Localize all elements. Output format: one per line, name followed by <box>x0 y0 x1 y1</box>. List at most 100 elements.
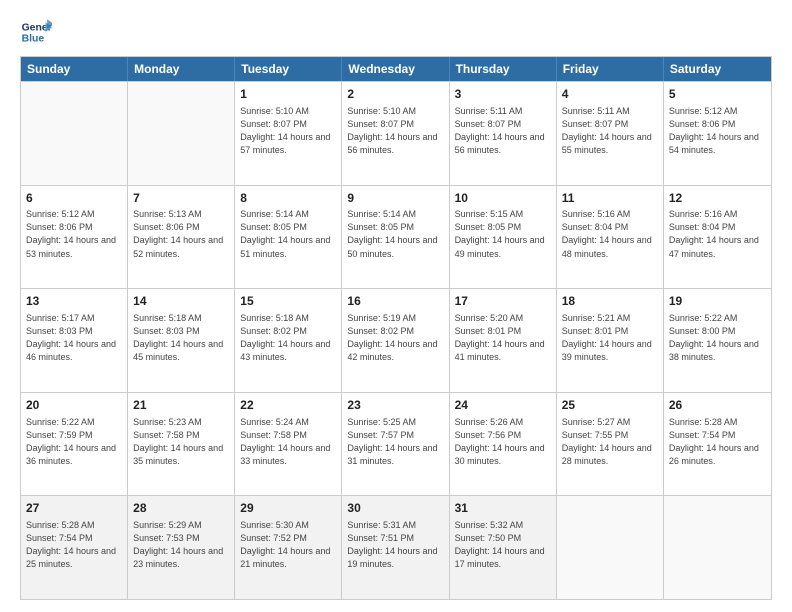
calendar-cell: 8Sunrise: 5:14 AMSunset: 8:05 PMDaylight… <box>235 186 342 289</box>
weekday-header: Friday <box>557 57 664 81</box>
cell-details: Sunrise: 5:17 AMSunset: 8:03 PMDaylight:… <box>26 312 122 364</box>
calendar-cell: 13 Sunrise: 5:17 AMSunset: 8:03 PMDayligh… <box>21 289 128 392</box>
cell-details: Sunrise: 5:22 AMSunset: 8:00 PMDaylight:… <box>669 312 766 364</box>
calendar-cell: 22 Sunrise: 5:24 AMSunset: 7:58 PMDayligh… <box>235 393 342 496</box>
calendar-cell <box>21 82 128 185</box>
weekday-header: Thursday <box>450 57 557 81</box>
calendar-cell: 14 Sunrise: 5:18 AMSunset: 8:03 PMDayligh… <box>128 289 235 392</box>
day-number: 4 <box>562 86 658 103</box>
calendar-cell: 5 Sunrise: 5:12 AMSunset: 8:06 PMDaylight… <box>664 82 771 185</box>
cell-details: Sunrise: 5:30 AMSunset: 7:52 PMDaylight:… <box>240 519 336 571</box>
day-number: 17 <box>455 293 551 310</box>
calendar-cell: 28Sunrise: 5:29 AMSunset: 7:53 PMDayligh… <box>128 496 235 599</box>
cell-details: Sunrise: 5:28 AMSunset: 7:54 PMDaylight:… <box>26 519 122 571</box>
calendar-cell <box>128 82 235 185</box>
cell-details: Sunrise: 5:18 AMSunset: 8:03 PMDaylight:… <box>133 312 229 364</box>
day-number: 10 <box>455 190 551 207</box>
calendar-cell: 17 Sunrise: 5:20 AMSunset: 8:01 PMDayligh… <box>450 289 557 392</box>
calendar-cell: 24 Sunrise: 5:26 AMSunset: 7:56 PMDayligh… <box>450 393 557 496</box>
day-number: 23 <box>347 397 443 414</box>
calendar-row: 13 Sunrise: 5:17 AMSunset: 8:03 PMDayligh… <box>21 288 771 392</box>
calendar-cell <box>557 496 664 599</box>
weekday-header: Saturday <box>664 57 771 81</box>
cell-details: Sunrise: 5:22 AMSunset: 7:59 PMDaylight:… <box>26 416 122 468</box>
calendar-cell: 26Sunrise: 5:28 AMSunset: 7:54 PMDayligh… <box>664 393 771 496</box>
day-number: 18 <box>562 293 658 310</box>
cell-details: Sunrise: 5:26 AMSunset: 7:56 PMDaylight:… <box>455 416 551 468</box>
calendar-row: 6Sunrise: 5:12 AMSunset: 8:06 PMDaylight… <box>21 185 771 289</box>
weekday-header: Wednesday <box>342 57 449 81</box>
day-number: 6 <box>26 190 122 207</box>
calendar-cell: 16Sunrise: 5:19 AMSunset: 8:02 PMDayligh… <box>342 289 449 392</box>
day-number: 25 <box>562 397 658 414</box>
day-number: 22 <box>240 397 336 414</box>
calendar-row: 20 Sunrise: 5:22 AMSunset: 7:59 PMDayligh… <box>21 392 771 496</box>
weekday-header: Tuesday <box>235 57 342 81</box>
calendar-cell: 23 Sunrise: 5:25 AMSunset: 7:57 PMDayligh… <box>342 393 449 496</box>
cell-details: Sunrise: 5:18 AMSunset: 8:02 PMDaylight:… <box>240 312 336 364</box>
cell-details: Sunrise: 5:21 AMSunset: 8:01 PMDaylight:… <box>562 312 658 364</box>
page-header: General Blue <box>20 16 772 48</box>
day-number: 13 <box>26 293 122 310</box>
cell-details: Sunrise: 5:23 AMSunset: 7:58 PMDaylight:… <box>133 416 229 468</box>
calendar-cell: 2Sunrise: 5:10 AMSunset: 8:07 PMDaylight… <box>342 82 449 185</box>
calendar-row: 1Sunrise: 5:10 AMSunset: 8:07 PMDaylight… <box>21 81 771 185</box>
calendar-cell: 19 Sunrise: 5:22 AMSunset: 8:00 PMDayligh… <box>664 289 771 392</box>
day-number: 31 <box>455 500 551 517</box>
cell-details: Sunrise: 5:16 AMSunset: 8:04 PMDaylight:… <box>562 208 658 260</box>
weekday-header: Monday <box>128 57 235 81</box>
calendar-cell: 3Sunrise: 5:11 AMSunset: 8:07 PMDaylight… <box>450 82 557 185</box>
calendar-cell: 25 Sunrise: 5:27 AMSunset: 7:55 PMDayligh… <box>557 393 664 496</box>
cell-details: Sunrise: 5:20 AMSunset: 8:01 PMDaylight:… <box>455 312 551 364</box>
day-number: 9 <box>347 190 443 207</box>
calendar-cell <box>664 496 771 599</box>
calendar-cell: 12Sunrise: 5:16 AMSunset: 8:04 PMDayligh… <box>664 186 771 289</box>
calendar-row: 27 Sunrise: 5:28 AMSunset: 7:54 PMDayligh… <box>21 495 771 599</box>
calendar-cell: 18 Sunrise: 5:21 AMSunset: 8:01 PMDayligh… <box>557 289 664 392</box>
calendar: SundayMondayTuesdayWednesdayThursdayFrid… <box>20 56 772 600</box>
cell-details: Sunrise: 5:14 AMSunset: 8:05 PMDaylight:… <box>347 208 443 260</box>
day-number: 8 <box>240 190 336 207</box>
calendar-body: 1Sunrise: 5:10 AMSunset: 8:07 PMDaylight… <box>21 81 771 599</box>
logo-icon: General Blue <box>20 16 52 48</box>
cell-details: Sunrise: 5:19 AMSunset: 8:02 PMDaylight:… <box>347 312 443 364</box>
cell-details: Sunrise: 5:16 AMSunset: 8:04 PMDaylight:… <box>669 208 766 260</box>
day-number: 19 <box>669 293 766 310</box>
day-number: 20 <box>26 397 122 414</box>
cell-details: Sunrise: 5:27 AMSunset: 7:55 PMDaylight:… <box>562 416 658 468</box>
day-number: 28 <box>133 500 229 517</box>
cell-details: Sunrise: 5:24 AMSunset: 7:58 PMDaylight:… <box>240 416 336 468</box>
calendar-page: General Blue SundayMondayTuesdayWednesda… <box>0 0 792 612</box>
cell-details: Sunrise: 5:11 AMSunset: 8:07 PMDaylight:… <box>455 105 551 157</box>
day-number: 27 <box>26 500 122 517</box>
cell-details: Sunrise: 5:11 AMSunset: 8:07 PMDaylight:… <box>562 105 658 157</box>
calendar-cell: 29 Sunrise: 5:30 AMSunset: 7:52 PMDayligh… <box>235 496 342 599</box>
day-number: 15 <box>240 293 336 310</box>
day-number: 12 <box>669 190 766 207</box>
calendar-cell: 10Sunrise: 5:15 AMSunset: 8:05 PMDayligh… <box>450 186 557 289</box>
cell-details: Sunrise: 5:10 AMSunset: 8:07 PMDaylight:… <box>347 105 443 157</box>
calendar-cell: 9Sunrise: 5:14 AMSunset: 8:05 PMDaylight… <box>342 186 449 289</box>
day-number: 24 <box>455 397 551 414</box>
cell-details: Sunrise: 5:12 AMSunset: 8:06 PMDaylight:… <box>669 105 766 157</box>
cell-details: Sunrise: 5:28 AMSunset: 7:54 PMDaylight:… <box>669 416 766 468</box>
day-number: 11 <box>562 190 658 207</box>
calendar-cell: 21Sunrise: 5:23 AMSunset: 7:58 PMDayligh… <box>128 393 235 496</box>
calendar-cell: 20 Sunrise: 5:22 AMSunset: 7:59 PMDayligh… <box>21 393 128 496</box>
calendar-cell: 30 Sunrise: 5:31 AMSunset: 7:51 PMDayligh… <box>342 496 449 599</box>
svg-text:Blue: Blue <box>22 34 45 45</box>
cell-details: Sunrise: 5:32 AMSunset: 7:50 PMDaylight:… <box>455 519 551 571</box>
calendar-cell: 7Sunrise: 5:13 AMSunset: 8:06 PMDaylight… <box>128 186 235 289</box>
day-number: 14 <box>133 293 229 310</box>
calendar-cell: 27 Sunrise: 5:28 AMSunset: 7:54 PMDayligh… <box>21 496 128 599</box>
day-number: 29 <box>240 500 336 517</box>
calendar-header: SundayMondayTuesdayWednesdayThursdayFrid… <box>21 57 771 81</box>
cell-details: Sunrise: 5:31 AMSunset: 7:51 PMDaylight:… <box>347 519 443 571</box>
day-number: 30 <box>347 500 443 517</box>
cell-details: Sunrise: 5:15 AMSunset: 8:05 PMDaylight:… <box>455 208 551 260</box>
cell-details: Sunrise: 5:25 AMSunset: 7:57 PMDaylight:… <box>347 416 443 468</box>
calendar-cell: 1Sunrise: 5:10 AMSunset: 8:07 PMDaylight… <box>235 82 342 185</box>
calendar-cell: 4 Sunrise: 5:11 AMSunset: 8:07 PMDaylight… <box>557 82 664 185</box>
calendar-cell: 11Sunrise: 5:16 AMSunset: 8:04 PMDayligh… <box>557 186 664 289</box>
day-number: 5 <box>669 86 766 103</box>
